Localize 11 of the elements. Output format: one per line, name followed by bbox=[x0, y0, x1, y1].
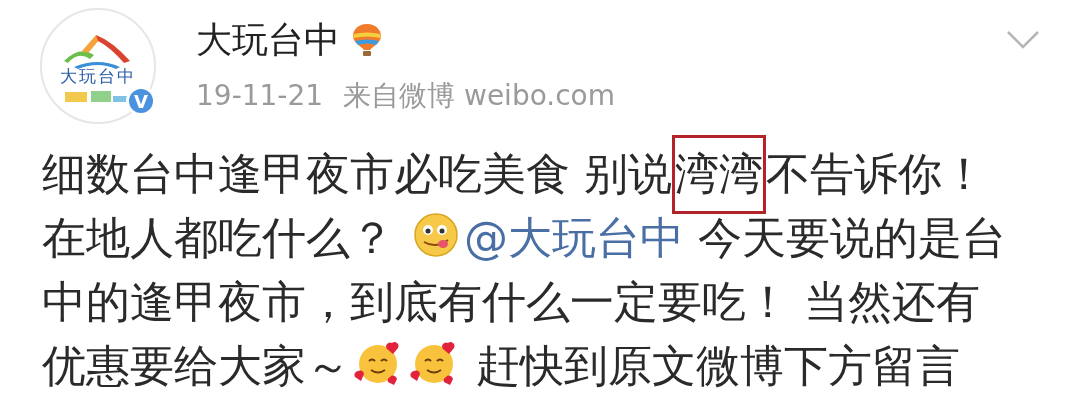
highlight-frame: 湾湾 bbox=[672, 135, 766, 214]
tongue-emoji-icon bbox=[412, 211, 460, 259]
chevron-down-icon[interactable] bbox=[1006, 30, 1040, 50]
author-name[interactable]: 大玩台中 bbox=[196, 16, 340, 64]
post-source: 来自微博 weibo.com bbox=[343, 78, 615, 114]
verified-badge: V bbox=[126, 86, 156, 116]
balloon-icon bbox=[352, 23, 382, 57]
post-date: 19-11-21 bbox=[196, 78, 324, 114]
avatar-logo-text: 大玩台中 bbox=[60, 64, 136, 88]
account-avatar[interactable]: 大玩台中 V bbox=[40, 8, 156, 124]
mention-link[interactable]: @大玩台中 bbox=[464, 212, 684, 263]
